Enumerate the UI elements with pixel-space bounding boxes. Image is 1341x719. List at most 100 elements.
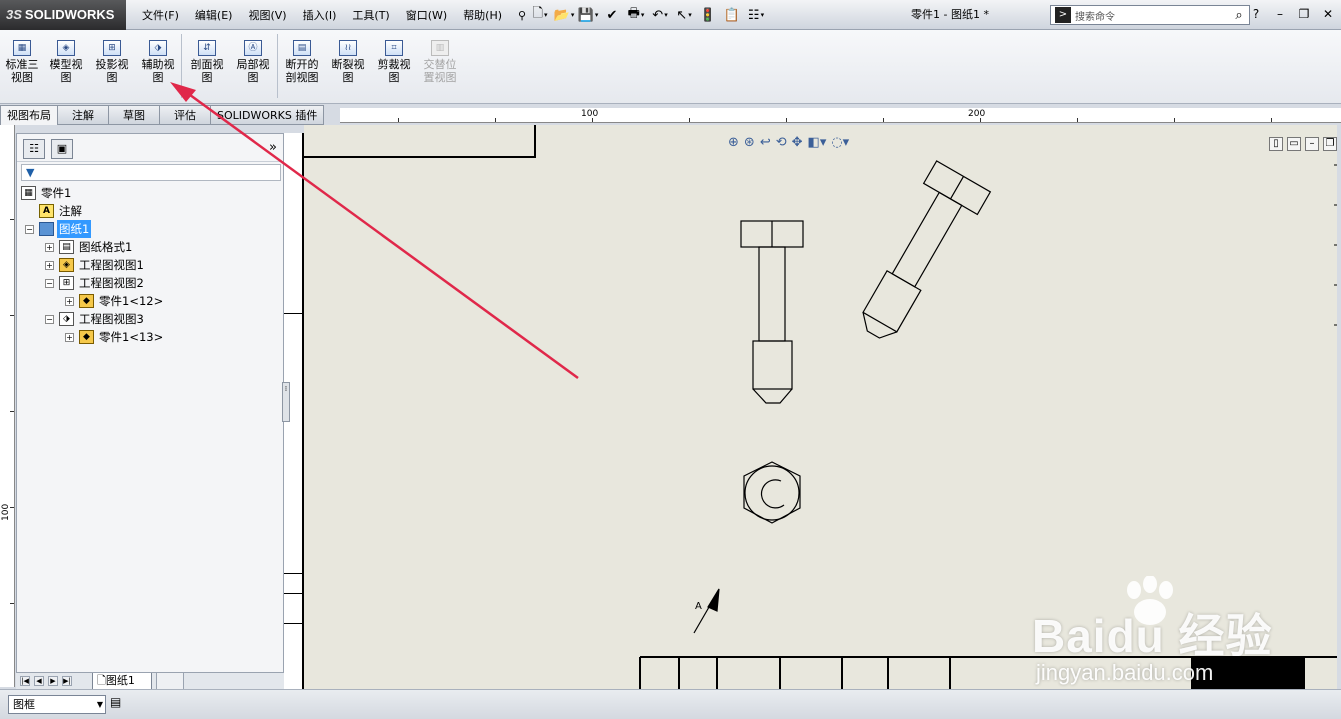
panel-resize-handle[interactable]: ⁞ [282, 382, 290, 422]
layer-dropdown[interactable]: 图框 ▼ [8, 695, 106, 714]
tab-evaluate[interactable]: 评估 [160, 105, 211, 125]
tab-view-layout[interactable]: 视图布局 [0, 105, 58, 125]
solidworks-logo[interactable]: 3S SOLIDWORKS [0, 0, 126, 30]
tab-sketch[interactable]: 草图 [109, 105, 160, 125]
tree-item-drawing-view1[interactable]: + ◈ 工程图视图1 [21, 256, 281, 274]
open-file-icon[interactable]: 📂 ▾ [554, 5, 575, 25]
prev-sheet-icon[interactable]: ◀ [34, 676, 44, 686]
expand-icon[interactable]: + [65, 333, 74, 342]
detail-view-button[interactable]: Ⓐ 局部视图 [231, 40, 275, 84]
expand-icon[interactable]: + [45, 261, 54, 270]
ruler-label: 100 [1, 503, 11, 521]
model-view-button[interactable]: ◈ 模型视图 [44, 40, 88, 84]
search-input[interactable]: 搜索命令 [1075, 8, 1229, 23]
layer-properties-icon[interactable]: ▤ [110, 695, 128, 713]
section-view-button[interactable]: ⇵ 剖面视图 [185, 40, 229, 84]
drawing-view-icon: ◈ [59, 258, 74, 272]
bolt-top-view [743, 461, 801, 524]
title-bar: 3S SOLIDWORKS 文件(F) 编辑(E) 视图(V) 插入(I) 工具(… [0, 0, 1341, 30]
add-sheet-button[interactable] [156, 673, 184, 690]
tab-solidworks-addins[interactable]: SOLIDWORKS 插件 [211, 105, 325, 125]
minimize-button[interactable]: – [1271, 5, 1289, 23]
search-commands-box[interactable]: > 搜索命令 ⌕ [1050, 5, 1250, 25]
tree-item-drawing-view3[interactable]: − ⬗ 工程图视图3 [21, 310, 281, 328]
annotation-icon: A [39, 204, 54, 218]
print-icon[interactable]: 🖶 ▾ [626, 5, 646, 25]
part-icon: ◆ [79, 330, 94, 344]
break-view-button[interactable]: ≀≀ 断裂视图 [326, 40, 370, 84]
crop-view-icon: ⌗ [385, 40, 403, 56]
rebuild-icon[interactable]: ✔ [602, 5, 622, 25]
menu-window[interactable]: 窗口(W) [398, 7, 455, 23]
help-icon[interactable]: ? [1247, 5, 1265, 23]
expand-icon[interactable]: + [45, 243, 54, 252]
search-icon[interactable]: ⌕ [1229, 8, 1249, 23]
tree-item-drawing-view2[interactable]: − ⊞ 工程图视图2 [21, 274, 281, 292]
tree-root[interactable]: ▦ 零件1 [21, 184, 281, 202]
bolt-auxiliary-view [862, 160, 992, 339]
collapse-icon[interactable]: − [45, 315, 54, 324]
standard-3-view-icon: ▦ [13, 40, 31, 56]
property-manager-tab-icon[interactable]: ▣ [51, 139, 73, 159]
next-sheet-icon[interactable]: ▶ [48, 676, 58, 686]
options-icon[interactable]: ☷ ▾ [746, 5, 766, 25]
crop-view-button[interactable]: ⌗ 剪裁视图 [372, 40, 416, 84]
first-sheet-icon[interactable]: |◀ [20, 676, 30, 686]
menu-tools[interactable]: 工具(T) [344, 7, 397, 23]
chevron-down-icon: ▼ [96, 700, 103, 709]
menu-insert[interactable]: 插入(I) [295, 7, 345, 23]
sheet-icon: 🗋 [97, 674, 106, 687]
sheet-zone-marks [1334, 164, 1337, 326]
ruler-vertical: 100 [0, 125, 15, 687]
broken-out-section-button[interactable]: ▤ 断开的 剖视图 [280, 40, 324, 84]
toolbar-separator [181, 34, 182, 98]
standard-3-view-button[interactable]: ▦ 标准三 视图 [0, 40, 44, 84]
feature-manager-tab-icon[interactable]: ☷ [23, 139, 45, 159]
tree-item-annotations[interactable]: A 注解 [21, 202, 281, 220]
detail-view-icon: Ⓐ [244, 40, 262, 56]
tree-item-sheet-format1[interactable]: + ▤ 图纸格式1 [21, 238, 281, 256]
menu-file[interactable]: 文件(F) [134, 7, 187, 23]
traffic-light-icon[interactable]: 🚦 [698, 5, 718, 25]
undo-icon[interactable]: ↶ ▾ [650, 5, 670, 25]
close-button[interactable]: ✕ [1319, 5, 1337, 23]
projected-view-icon: ⊞ [59, 276, 74, 290]
projected-view-button[interactable]: ⊞ 投影视图 [90, 40, 134, 84]
watermark-site: jingyan.baidu.com [1036, 660, 1214, 685]
auxiliary-view-button[interactable]: ⬗ 辅助视图 [136, 40, 180, 84]
watermark-brand: Baidu 经验 [1032, 610, 1273, 662]
status-bar: 图框 ▼ ▤ [0, 689, 1341, 719]
menu-edit[interactable]: 编辑(E) [187, 7, 241, 23]
auxiliary-view-icon: ⬗ [59, 312, 74, 326]
expand-panel-icon[interactable]: » [269, 140, 277, 155]
tab-annotation[interactable]: 注解 [58, 105, 109, 125]
panel-toolbar: ☷ ▣ » [17, 134, 283, 162]
tree-item-part1-12[interactable]: + ◆ 零件1<12> [21, 292, 281, 310]
expand-icon[interactable]: + [65, 297, 74, 306]
restore-button[interactable]: ❐ [1295, 5, 1313, 23]
alternate-position-view-button: ▥ 交替位 置视图 [418, 40, 462, 84]
file-properties-icon[interactable]: 📋 [722, 5, 742, 25]
menu-bar: 文件(F) 编辑(E) 视图(V) 插入(I) 工具(T) 窗口(W) 帮助(H… [134, 0, 534, 30]
tree-filter-input[interactable]: ▼ [21, 164, 281, 181]
baidu-jingyan-watermark: Baidu 经验 jingyan.baidu.com [1022, 572, 1322, 692]
menu-help[interactable]: 帮助(H) [455, 7, 510, 23]
tree-item-sheet1[interactable]: − 图纸1 [21, 220, 281, 238]
collapse-icon[interactable]: − [45, 279, 54, 288]
save-icon[interactable]: 💾 ▾ [578, 5, 599, 25]
last-sheet-icon[interactable]: ▶| [62, 676, 72, 686]
filter-icon: ▼ [26, 166, 35, 179]
collapse-icon[interactable]: − [25, 225, 34, 234]
auxiliary-view-icon: ⬗ [149, 40, 167, 56]
sheet-tab-bar: |◀ ◀ ▶ ▶| 🗋图纸1 [16, 672, 284, 690]
quick-access-toolbar: 🗋 ▾ 📂 ▾ 💾 ▾ ✔ 🖶 ▾ ↶ ▾ ↖ ▾ 🚦 📋 ☷ ▾ [530, 4, 766, 26]
part-icon: ◆ [79, 294, 94, 308]
sheet-tab-sheet1[interactable]: 🗋图纸1 [92, 673, 152, 690]
tree-item-part1-13[interactable]: + ◆ 零件1<13> [21, 328, 281, 346]
window-controls: ? – ❐ ✕ [1247, 5, 1337, 23]
sheet-format-icon: ▤ [59, 240, 74, 254]
model-view-icon: ◈ [57, 40, 75, 56]
select-icon[interactable]: ↖ ▾ [674, 5, 694, 25]
new-file-icon[interactable]: 🗋 ▾ [530, 5, 550, 25]
menu-view[interactable]: 视图(V) [240, 7, 294, 23]
